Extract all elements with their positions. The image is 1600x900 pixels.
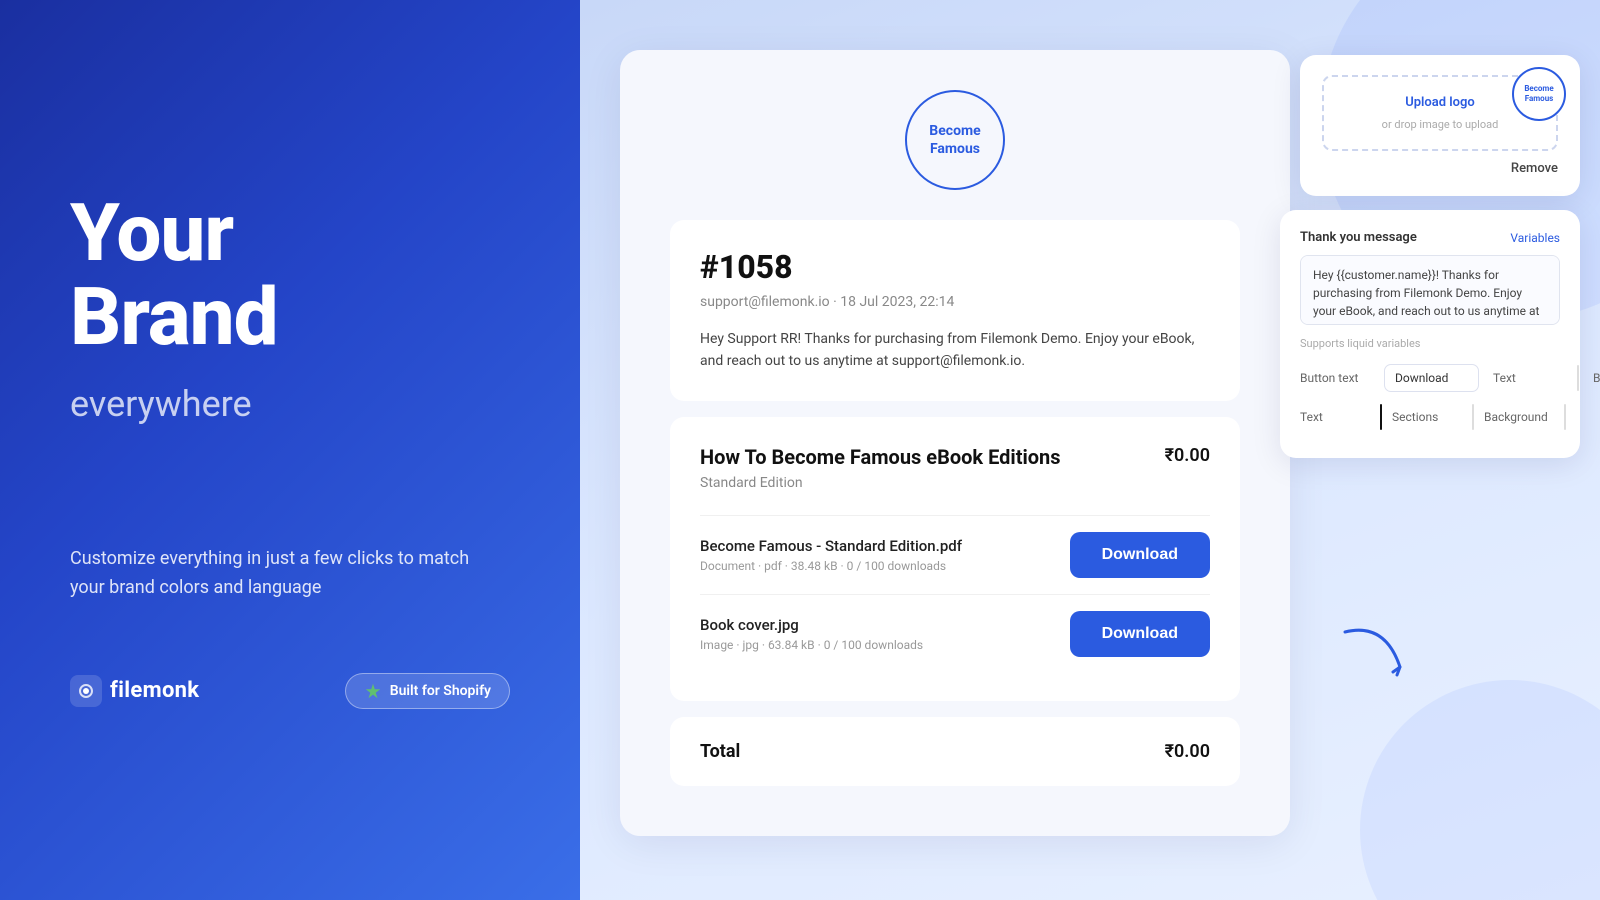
total-value: ₹0.00 bbox=[1165, 741, 1210, 762]
file-meta-1: Document · pdf · 38.48 kB · 0 / 100 down… bbox=[700, 559, 962, 573]
text-label: Text bbox=[1493, 371, 1563, 385]
arrow-decoration bbox=[1335, 612, 1415, 692]
file-name-2: Book cover.jpg bbox=[700, 616, 923, 634]
background-label-2: Background bbox=[1484, 410, 1554, 424]
variables-link[interactable]: Variables bbox=[1510, 231, 1560, 245]
product-edition: Standard Edition bbox=[700, 475, 1210, 491]
preview-text: Become Famous bbox=[1524, 84, 1553, 103]
product-title: How To Become Famous eBook Editions bbox=[700, 445, 1061, 469]
filemonk-logo: filemonk bbox=[70, 675, 199, 707]
file-meta-2: Image · jpg · 63.84 kB · 0 / 100 downloa… bbox=[700, 638, 923, 652]
remove-button[interactable]: Remove bbox=[1322, 161, 1558, 176]
hero-description: Customize everything in just a few click… bbox=[70, 545, 470, 603]
sections-label: Sections bbox=[1392, 410, 1462, 424]
product-section: How To Become Famous eBook Editions ₹0.0… bbox=[670, 417, 1240, 701]
file-info-2: Book cover.jpg Image · jpg · 63.84 kB · … bbox=[700, 616, 923, 652]
thankyou-card: Thank you message Variables Hey {{custom… bbox=[1280, 210, 1580, 458]
sections-color-swatch[interactable] bbox=[1472, 404, 1474, 430]
liquid-hint: Supports liquid variables bbox=[1300, 337, 1560, 350]
brand-logo-circle: Become Famous bbox=[905, 90, 1005, 190]
download-button-2[interactable]: Download bbox=[1070, 611, 1210, 657]
total-label: Total bbox=[700, 741, 740, 762]
button-text-label: Button text bbox=[1300, 371, 1370, 385]
upload-area[interactable]: Upload logo or drop image to upload Beco… bbox=[1322, 75, 1558, 151]
total-section: Total ₹0.00 bbox=[670, 717, 1240, 786]
file-row-2: Book cover.jpg Image · jpg · 63.84 kB · … bbox=[700, 594, 1210, 673]
background-label: Background bbox=[1593, 371, 1600, 385]
upload-drop-text: or drop image to upload bbox=[1382, 118, 1499, 131]
file-row-1: Become Famous - Standard Edition.pdf Doc… bbox=[700, 515, 1210, 594]
filemonk-logo-icon bbox=[70, 675, 102, 707]
bottom-bar: filemonk Built for Shopify bbox=[70, 673, 510, 709]
shopify-badge[interactable]: Built for Shopify bbox=[345, 673, 510, 709]
background-color-swatch-2[interactable] bbox=[1564, 404, 1566, 430]
hero-subtitle: everywhere bbox=[70, 383, 510, 425]
order-number: #1058 bbox=[700, 248, 1210, 286]
file-info-1: Become Famous - Standard Edition.pdf Doc… bbox=[700, 537, 962, 573]
brand-logo-text: Become Famous bbox=[929, 122, 980, 158]
upload-preview: Become Famous bbox=[1512, 67, 1566, 121]
file-name-1: Become Famous - Standard Edition.pdf bbox=[700, 537, 962, 555]
order-meta: support@filemonk.io · 18 Jul 2023, 22:14 bbox=[700, 294, 1210, 310]
thankyou-header: Thank you message Variables bbox=[1300, 230, 1560, 245]
text-label-2: Text bbox=[1300, 410, 1370, 424]
email-card-header: Become Famous bbox=[670, 90, 1240, 190]
text-color-swatch-2[interactable] bbox=[1380, 404, 1382, 430]
download-button-1[interactable]: Download bbox=[1070, 532, 1210, 578]
preview-circle: Become Famous bbox=[1512, 67, 1566, 121]
filemonk-logo-text: filemonk bbox=[110, 678, 199, 703]
thankyou-textarea[interactable]: Hey {{customer.name}}! Thanks for purcha… bbox=[1300, 255, 1560, 325]
product-price: ₹0.00 bbox=[1165, 445, 1210, 466]
thankyou-title: Thank you message bbox=[1300, 230, 1417, 245]
text-color-swatch[interactable] bbox=[1577, 365, 1579, 391]
shopify-icon bbox=[364, 682, 382, 700]
hero-title: Your Brand bbox=[70, 191, 510, 359]
upload-logo-label: Upload logo bbox=[1405, 95, 1475, 110]
right-panel: Become Famous #1058 support@filemonk.io … bbox=[580, 0, 1600, 900]
deco-circle-small bbox=[1360, 680, 1600, 900]
button-text-row: Button text Text Background bbox=[1300, 364, 1560, 392]
product-title-row: How To Become Famous eBook Editions ₹0.0… bbox=[700, 445, 1210, 469]
order-section: #1058 support@filemonk.io · 18 Jul 2023,… bbox=[670, 220, 1240, 401]
order-message: Hey Support RR! Thanks for purchasing fr… bbox=[700, 328, 1210, 373]
upload-logo-card: Upload logo or drop image to upload Beco… bbox=[1300, 55, 1580, 196]
left-panel: Your Brand everywhere Customize everythi… bbox=[0, 0, 580, 900]
button-text-input[interactable] bbox=[1384, 364, 1479, 392]
email-card: Become Famous #1058 support@filemonk.io … bbox=[620, 50, 1290, 836]
sections-row: Text Sections Background bbox=[1300, 404, 1560, 430]
